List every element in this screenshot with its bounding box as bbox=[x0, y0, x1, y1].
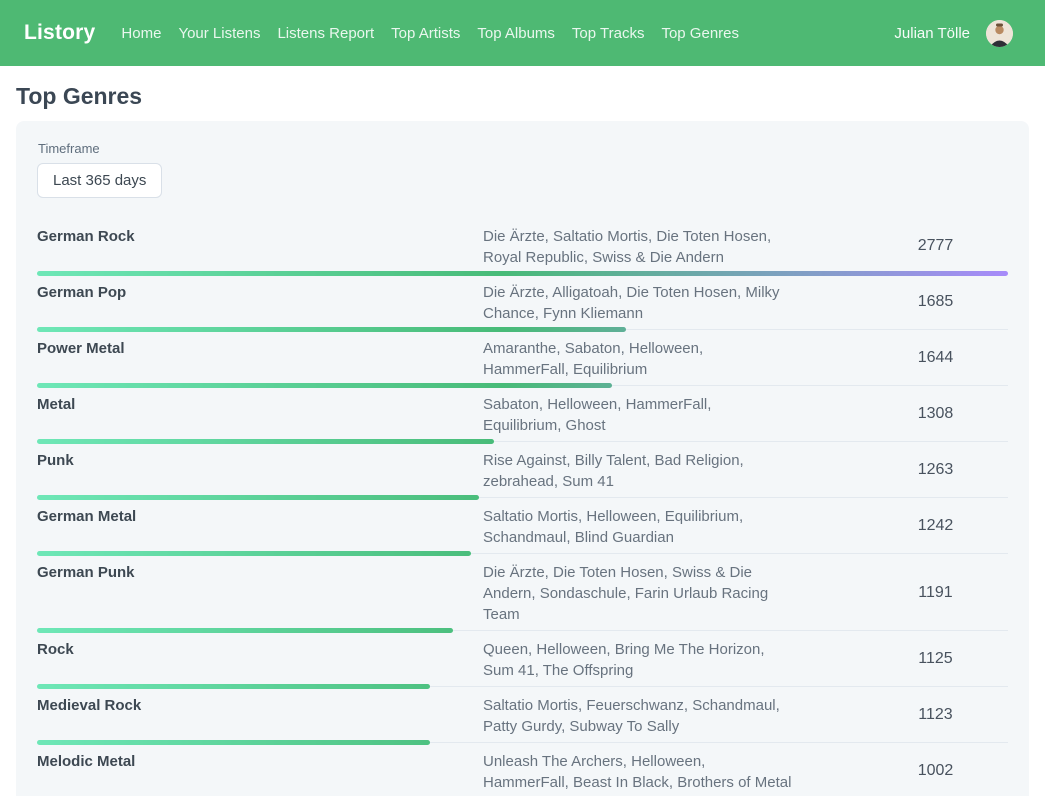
genre-top-artists: Rise Against, Billy Talent, Bad Religion… bbox=[483, 448, 793, 492]
genre-row: German Metal Saltatio Mortis, Helloween,… bbox=[37, 500, 1008, 556]
genre-listen-count: 1123 bbox=[793, 706, 1008, 724]
user-avatar[interactable] bbox=[986, 20, 1013, 47]
genre-row: German Punk Die Ärzte, Die Toten Hosen, … bbox=[37, 556, 1008, 633]
user-avatar-image bbox=[986, 20, 1013, 47]
genre-name: Medieval Rock bbox=[37, 693, 483, 737]
nav-link-top-artists[interactable]: Top Artists bbox=[391, 25, 460, 42]
genres-list: German Rock Die Ärzte, Saltatio Mortis, … bbox=[37, 220, 1008, 796]
genre-listen-count: 1242 bbox=[793, 517, 1008, 535]
main-nav: Home Your Listens Listens Report Top Art… bbox=[121, 25, 739, 42]
genre-name: Punk bbox=[37, 448, 483, 492]
genre-name: German Rock bbox=[37, 224, 483, 268]
genre-top-artists: Die Ärzte, Die Toten Hosen, Swiss & Die … bbox=[483, 560, 793, 625]
timeframe-label: Timeframe bbox=[38, 141, 1008, 156]
genre-row: German Pop Die Ärzte, Alligatoah, Die To… bbox=[37, 276, 1008, 332]
nav-link-home[interactable]: Home bbox=[121, 25, 161, 42]
genre-listen-count: 1002 bbox=[793, 762, 1008, 780]
timeframe-filter: Timeframe Last 365 days bbox=[37, 141, 1008, 198]
genre-top-artists: Sabaton, Helloween, HammerFall, Equilibr… bbox=[483, 392, 793, 436]
genre-name: Rock bbox=[37, 637, 483, 681]
genre-top-artists: Queen, Helloween, Bring Me The Horizon, … bbox=[483, 637, 793, 681]
genre-listen-count: 1685 bbox=[793, 293, 1008, 311]
nav-link-your-listens[interactable]: Your Listens bbox=[178, 25, 260, 42]
nav-link-listens-report[interactable]: Listens Report bbox=[277, 25, 374, 42]
genre-row: Melodic Metal Unleash The Archers, Hello… bbox=[37, 745, 1008, 796]
nav-link-top-albums[interactable]: Top Albums bbox=[477, 25, 555, 42]
genre-name: Melodic Metal bbox=[37, 749, 483, 793]
genre-top-artists: Saltatio Mortis, Helloween, Equilibrium,… bbox=[483, 504, 793, 548]
genre-top-artists: Saltatio Mortis, Feuerschwanz, Schandmau… bbox=[483, 693, 793, 737]
app-navbar: Listory Home Your Listens Listens Report… bbox=[0, 0, 1045, 66]
user-name[interactable]: Julian Tölle bbox=[894, 25, 970, 42]
brand-logo[interactable]: Listory bbox=[24, 21, 95, 45]
genre-name: German Metal bbox=[37, 504, 483, 548]
genre-top-artists: Die Ärzte, Saltatio Mortis, Die Toten Ho… bbox=[483, 224, 793, 268]
genre-row: Medieval Rock Saltatio Mortis, Feuerschw… bbox=[37, 689, 1008, 745]
genre-name: Metal bbox=[37, 392, 483, 436]
genre-listen-count: 2777 bbox=[793, 237, 1008, 255]
genre-top-artists: Amaranthe, Sabaton, Helloween, HammerFal… bbox=[483, 336, 793, 380]
genre-top-artists: Die Ärzte, Alligatoah, Die Toten Hosen, … bbox=[483, 280, 793, 324]
genre-listen-count: 1263 bbox=[793, 461, 1008, 479]
genre-listen-count: 1191 bbox=[793, 584, 1008, 602]
genre-row: Punk Rise Against, Billy Talent, Bad Rel… bbox=[37, 444, 1008, 500]
user-area: Julian Tölle bbox=[894, 20, 1013, 47]
genre-row: Rock Queen, Helloween, Bring Me The Hori… bbox=[37, 633, 1008, 689]
genre-row: German Rock Die Ärzte, Saltatio Mortis, … bbox=[37, 220, 1008, 276]
genre-top-artists: Unleash The Archers, Helloween, HammerFa… bbox=[483, 749, 793, 793]
genre-name: Power Metal bbox=[37, 336, 483, 380]
genre-row: Power Metal Amaranthe, Sabaton, Hellowee… bbox=[37, 332, 1008, 388]
genre-row: Metal Sabaton, Helloween, HammerFall, Eq… bbox=[37, 388, 1008, 444]
nav-link-top-tracks[interactable]: Top Tracks bbox=[572, 25, 645, 42]
genre-listen-count: 1125 bbox=[793, 650, 1008, 668]
genre-name: German Punk bbox=[37, 560, 483, 625]
top-genres-card: Timeframe Last 365 days German Rock Die … bbox=[16, 121, 1029, 796]
page-title: Top Genres bbox=[16, 83, 1029, 110]
genre-listen-count: 1308 bbox=[793, 405, 1008, 423]
genre-listen-count: 1644 bbox=[793, 349, 1008, 367]
main-content: Top Genres Timeframe Last 365 days Germa… bbox=[0, 83, 1045, 796]
genre-name: German Pop bbox=[37, 280, 483, 324]
nav-link-top-genres[interactable]: Top Genres bbox=[661, 25, 739, 42]
timeframe-select[interactable]: Last 365 days bbox=[37, 163, 162, 198]
